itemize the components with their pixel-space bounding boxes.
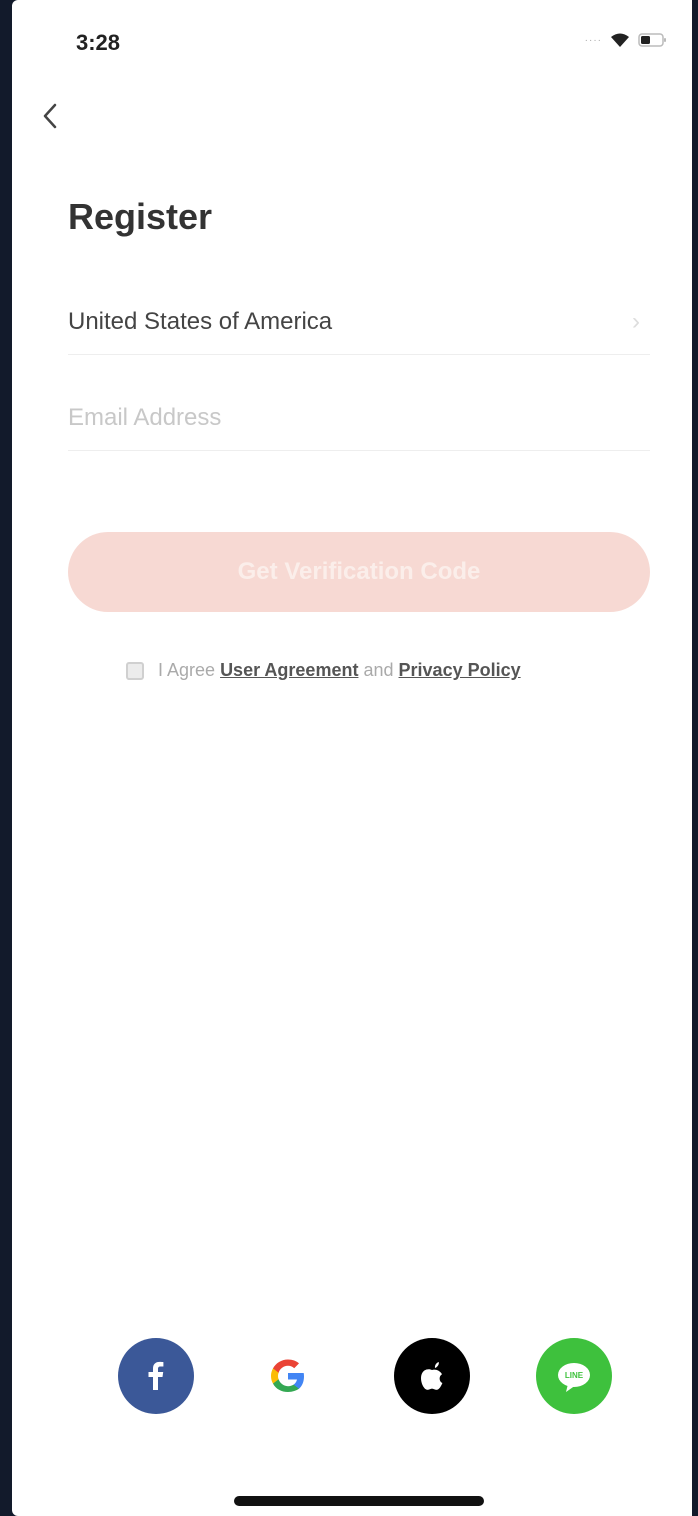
- chevron-right-icon: ›: [632, 308, 640, 335]
- country-selector[interactable]: United States of America ›: [68, 290, 650, 355]
- email-input[interactable]: [68, 386, 650, 450]
- page-title: Register: [68, 196, 213, 237]
- google-login-button[interactable]: [250, 1338, 326, 1414]
- email-field: [68, 386, 650, 451]
- wifi-icon: [610, 32, 630, 48]
- agreement-text: I Agree User Agreement and Privacy Polic…: [158, 660, 521, 681]
- user-agreement-link[interactable]: User Agreement: [220, 660, 358, 680]
- agree-checkbox[interactable]: [126, 661, 144, 680]
- google-icon: [271, 1359, 304, 1392]
- agreement-row: I Agree User Agreement and Privacy Polic…: [126, 660, 521, 681]
- apple-icon: [421, 1362, 443, 1390]
- facebook-icon: [148, 1361, 164, 1390]
- chevron-left-icon: [43, 103, 57, 129]
- agreement-prefix: I Agree: [158, 660, 216, 680]
- line-login-button[interactable]: LINE: [536, 1338, 612, 1414]
- get-verification-code-button[interactable]: Get Verification Code: [68, 532, 650, 612]
- signal-icon: ····: [584, 34, 602, 46]
- battery-icon: [638, 32, 668, 48]
- apple-login-button[interactable]: [394, 1338, 470, 1414]
- line-icon: LINE: [558, 1363, 590, 1392]
- status-time: 3:28: [76, 30, 121, 55]
- privacy-policy-link[interactable]: Privacy Policy: [399, 660, 521, 680]
- status-icons: ····: [585, 32, 668, 48]
- svg-text:LINE: LINE: [565, 1371, 584, 1380]
- social-login-row: LINE: [12, 1338, 692, 1418]
- phone-screen: 3:28 ···· Register United States of Amer…: [12, 0, 692, 1516]
- country-value: United States of America: [68, 308, 333, 335]
- home-indicator: [234, 1496, 484, 1506]
- agreement-conjunction: and: [363, 660, 394, 680]
- back-button[interactable]: [30, 96, 70, 136]
- facebook-login-button[interactable]: [118, 1338, 194, 1414]
- status-bar: 3:28 ····: [12, 0, 692, 90]
